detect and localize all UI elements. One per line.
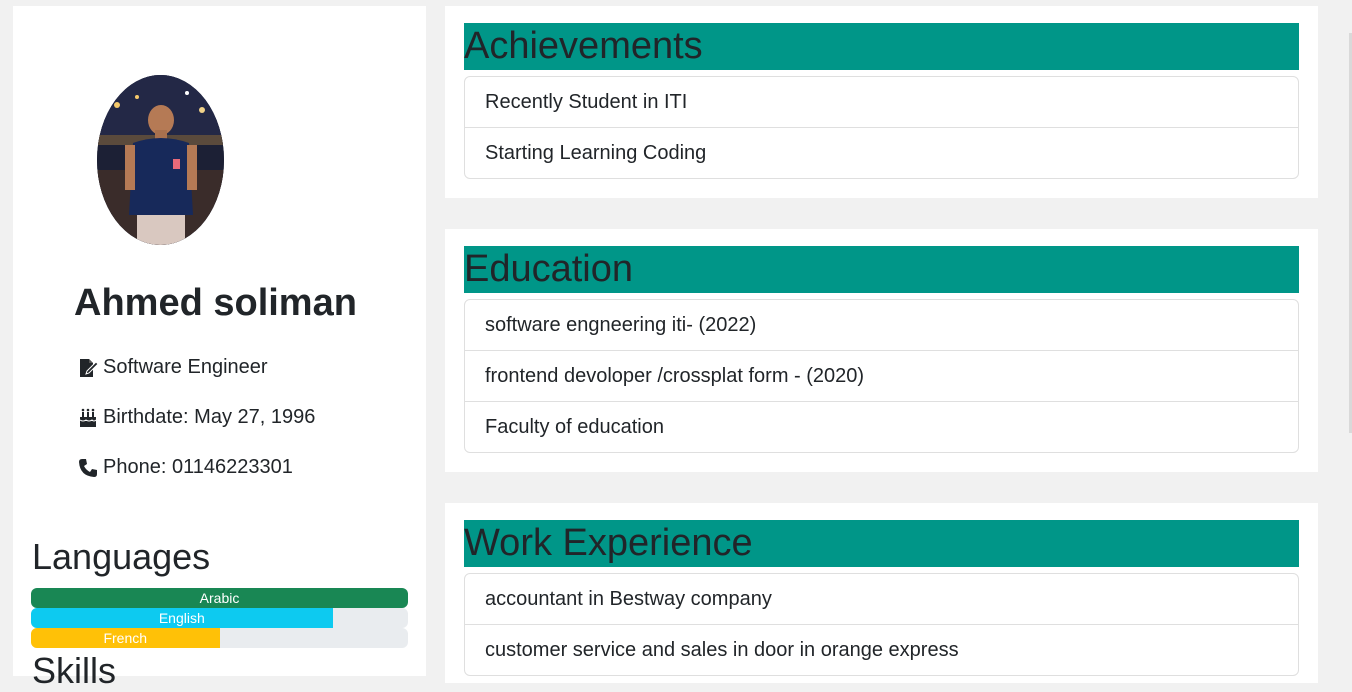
work-experience-heading: Work Experience — [464, 520, 1299, 567]
education-card: Education software engneering iti- (2022… — [445, 229, 1318, 472]
education-list: software engneering iti- (2022) frontend… — [464, 299, 1299, 453]
birthdate-row: Birthdate: May 27, 1996 — [77, 406, 315, 429]
avatar — [97, 75, 224, 245]
profile-sidebar: Ahmed soliman Software Engineer Birthdat… — [13, 6, 426, 691]
language-bar-french: French — [31, 628, 220, 648]
list-item: software engneering iti- (2022) — [485, 314, 757, 336]
list-item: customer service and sales in door in or… — [465, 624, 1298, 675]
education-heading: Education — [464, 246, 1299, 293]
language-bar-arabic: Arabic — [31, 588, 408, 608]
achievements-card: Achievements Recently Student in ITI Sta… — [445, 6, 1318, 198]
language-progress-english: English — [31, 608, 408, 628]
languages-heading: Languages — [32, 536, 211, 577]
job-title: Software Engineer — [103, 356, 268, 378]
list-item: Starting Learning Coding — [465, 127, 1298, 178]
language-progress-arabic: Arabic — [31, 588, 408, 608]
phone-icon — [77, 457, 99, 479]
work-experience-card: Work Experience accountant in Bestway co… — [445, 503, 1318, 683]
achievements-list: Recently Student in ITI Starting Learnin… — [464, 76, 1299, 179]
skills-heading: Skills — [32, 650, 117, 691]
phone-text: Phone: 01146223301 — [103, 456, 293, 478]
language-progress-french: French — [31, 628, 408, 648]
birthdate-text: Birthdate: May 27, 1996 — [103, 406, 316, 428]
work-experience-list: accountant in Bestway company customer s… — [464, 573, 1299, 676]
file-signature-icon — [77, 357, 99, 379]
job-row: Software Engineer — [77, 356, 268, 379]
list-item: Faculty of education — [465, 401, 1298, 452]
language-bar-english: English — [31, 608, 333, 628]
birthday-cake-icon — [77, 407, 99, 429]
phone-row: Phone: 01146223301 — [77, 456, 293, 479]
list-item: frontend devoloper /crossplat form - (20… — [465, 350, 1298, 401]
achievements-heading: Achievements — [464, 23, 1299, 70]
profile-name: Ahmed soliman — [74, 282, 357, 324]
list-item: accountant in Bestway company — [485, 588, 772, 610]
list-item: Recently Student in ITI — [485, 91, 688, 113]
